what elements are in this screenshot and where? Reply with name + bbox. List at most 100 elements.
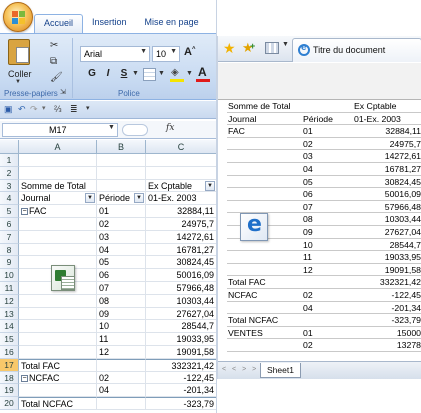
more-undo-icon[interactable]: ▾ bbox=[42, 104, 46, 112]
field-dropdown-icon[interactable]: ▼ bbox=[134, 193, 144, 204]
cell-c[interactable]: 14272,61 bbox=[146, 231, 216, 244]
sort-icon[interactable]: ⅔ bbox=[54, 104, 62, 114]
cell-b[interactable]: 04 bbox=[97, 243, 146, 257]
row-header[interactable]: 18 bbox=[0, 371, 19, 385]
cell-a[interactable]: Total NCFAC bbox=[19, 397, 97, 410]
redo-icon[interactable]: ↷ bbox=[30, 104, 38, 115]
row-header[interactable]: 9 bbox=[0, 256, 19, 270]
cell-b[interactable]: 07 bbox=[97, 282, 146, 295]
column-header-b[interactable]: B bbox=[97, 140, 146, 154]
row-header[interactable]: 11 bbox=[0, 282, 19, 295]
cell-c[interactable]: 57966,48 bbox=[146, 282, 216, 295]
row-header[interactable]: 17 bbox=[0, 358, 19, 372]
row-header[interactable]: 15 bbox=[0, 333, 19, 346]
align-icon[interactable]: ≣ bbox=[70, 104, 78, 115]
name-box[interactable]: M17 bbox=[2, 123, 118, 137]
cell-b[interactable] bbox=[97, 179, 146, 193]
grow-font-button[interactable]: A^ bbox=[184, 46, 195, 58]
cell-c[interactable]: -122,45 bbox=[146, 372, 216, 385]
borders-icon[interactable] bbox=[143, 68, 156, 81]
row-header[interactable]: 20 bbox=[0, 397, 19, 410]
cell-c[interactable]: 16781,27 bbox=[146, 244, 216, 257]
fill-color-icon[interactable]: ◈ bbox=[170, 67, 184, 83]
cell-a[interactable] bbox=[19, 346, 97, 359]
cell-a[interactable] bbox=[19, 333, 97, 346]
cell-c[interactable]: 30824,45 bbox=[146, 256, 216, 270]
cell-c[interactable]: 27627,04 bbox=[146, 308, 216, 321]
font-color-icon[interactable]: A bbox=[196, 65, 210, 82]
cell-a[interactable]: − FAC bbox=[19, 205, 97, 218]
font-size-combo[interactable]: 10 ▼ bbox=[152, 46, 180, 62]
row-header[interactable]: 12 bbox=[0, 294, 19, 308]
cell-a[interactable] bbox=[19, 243, 97, 257]
cell-b[interactable] bbox=[97, 166, 146, 180]
cell-b[interactable]: Période ▼ bbox=[97, 192, 146, 206]
add-favorites-icon[interactable]: ★ bbox=[242, 38, 255, 56]
sheet-nav-arrows[interactable]: < < > > bbox=[222, 366, 258, 373]
select-all-corner[interactable] bbox=[0, 140, 19, 154]
cell-b[interactable]: 10 bbox=[97, 320, 146, 334]
insert-function-button[interactable]: fx bbox=[166, 123, 174, 133]
cell-c[interactable]: 24975,7 bbox=[146, 218, 216, 231]
cell-c[interactable]: 32884,11 bbox=[146, 205, 216, 218]
cell-c[interactable]: -323,79 bbox=[146, 397, 216, 410]
cell-a[interactable] bbox=[19, 384, 97, 398]
column-header-a[interactable]: A bbox=[19, 140, 97, 154]
clipboard-launcher-icon[interactable]: ⇲ bbox=[60, 88, 66, 96]
cell-b[interactable]: 06 bbox=[97, 269, 146, 282]
cell-a[interactable] bbox=[19, 307, 97, 321]
row-header[interactable]: 14 bbox=[0, 320, 19, 334]
cell-c[interactable]: 28544,7 bbox=[146, 320, 216, 334]
row-header[interactable]: 3 bbox=[0, 179, 19, 193]
field-dropdown-icon[interactable]: ▼ bbox=[205, 180, 215, 191]
cell-c[interactable]: 19033,95 bbox=[146, 333, 216, 346]
cell-a[interactable]: Journal ▼ bbox=[19, 192, 97, 206]
cell-c[interactable]: Ex Cptable ▼ bbox=[146, 180, 216, 193]
row-header[interactable]: 10 bbox=[0, 269, 19, 282]
italic-button[interactable]: I bbox=[102, 68, 114, 84]
cell-a[interactable]: Total FAC bbox=[19, 358, 97, 372]
cell-a[interactable] bbox=[19, 320, 97, 334]
tab-accueil[interactable]: Accueil bbox=[34, 14, 84, 33]
office-button[interactable] bbox=[3, 2, 33, 32]
tab-insertion[interactable]: Insertion bbox=[83, 14, 136, 33]
favorites-star-icon[interactable]: ★ bbox=[223, 40, 236, 56]
cell-b[interactable]: 08 bbox=[97, 294, 146, 308]
cell-b[interactable] bbox=[97, 154, 146, 167]
cell-c[interactable]: 01-Ex. 2003 bbox=[146, 192, 216, 206]
paste-dropdown-icon[interactable]: ▼ bbox=[15, 79, 21, 85]
cell-c[interactable]: -201,34 bbox=[146, 384, 216, 398]
column-header-c[interactable]: C bbox=[146, 140, 216, 154]
tab-list-dropdown-icon[interactable]: ▼ bbox=[282, 41, 289, 48]
internet-explorer-file-icon[interactable] bbox=[240, 212, 268, 241]
cell-b[interactable]: 01 bbox=[97, 205, 146, 218]
browser-tab[interactable]: Titre du document bbox=[292, 38, 421, 62]
underline-button[interactable]: S bbox=[118, 68, 130, 84]
cell-b[interactable]: 05 bbox=[97, 256, 146, 270]
sheet-tab-sheet1[interactable]: Sheet1 bbox=[260, 363, 301, 378]
cell-b[interactable] bbox=[97, 358, 146, 372]
cell-b[interactable] bbox=[97, 397, 146, 410]
font-name-combo[interactable]: Arial ▼ bbox=[80, 46, 150, 62]
cell-c[interactable] bbox=[146, 167, 216, 180]
collapse-icon[interactable]: − bbox=[21, 208, 28, 216]
cell-c[interactable]: 10303,44 bbox=[146, 295, 216, 308]
cell-b[interactable]: 03 bbox=[97, 230, 146, 244]
field-dropdown-icon[interactable]: ▼ bbox=[85, 193, 95, 204]
borders-dropdown-icon[interactable]: ▼ bbox=[158, 70, 165, 77]
paste-icon[interactable] bbox=[8, 39, 30, 65]
cell-b[interactable]: 02 bbox=[97, 371, 146, 385]
paste-button-label[interactable]: Coller bbox=[8, 69, 32, 79]
row-header[interactable]: 6 bbox=[0, 218, 19, 231]
cell-c[interactable]: 332321,42 bbox=[146, 358, 216, 372]
cell-b[interactable]: 04 bbox=[97, 384, 146, 398]
cell-b[interactable]: 02 bbox=[97, 218, 146, 231]
cell-a[interactable] bbox=[19, 230, 97, 244]
row-header[interactable]: 19 bbox=[0, 384, 19, 398]
fill-dropdown-icon[interactable]: ▼ bbox=[186, 70, 193, 77]
name-box-dropdown-icon[interactable]: ▼ bbox=[108, 124, 115, 131]
cell-a[interactable] bbox=[19, 154, 97, 167]
format-painter-icon[interactable]: 🖌 bbox=[50, 72, 63, 83]
cell-a[interactable]: Somme de Total bbox=[19, 179, 97, 193]
copy-icon[interactable]: ⧉ bbox=[50, 56, 57, 67]
